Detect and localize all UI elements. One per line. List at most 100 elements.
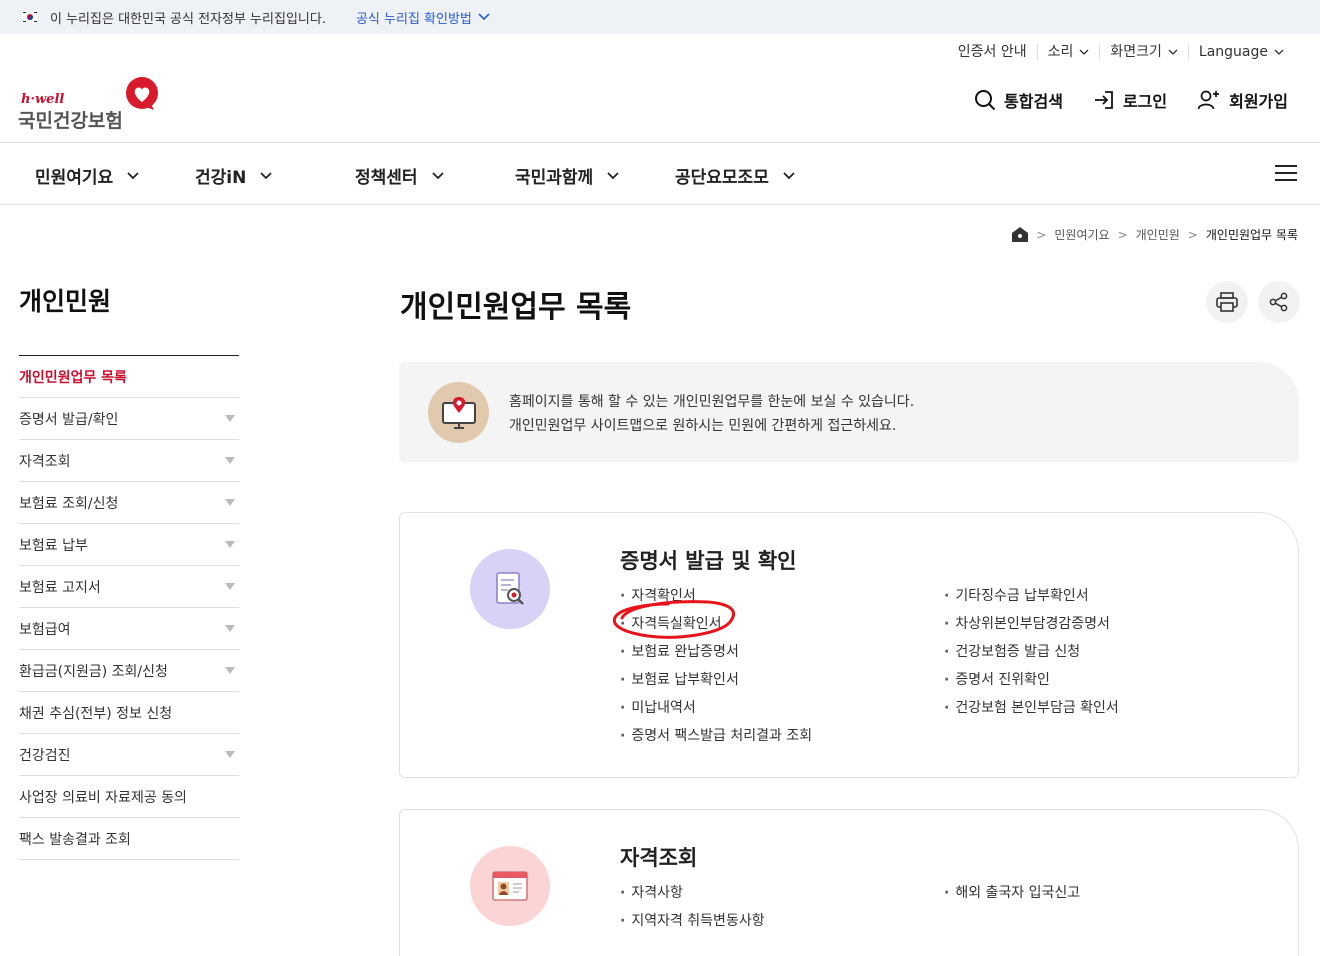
list-item[interactable]: 해외 출국자 입국신고 (944, 879, 1080, 907)
hamburger-icon (1275, 165, 1297, 181)
monitor-location-icon (428, 382, 489, 443)
sidebar-item-premium-payment[interactable]: 보험료 납부 (19, 524, 239, 566)
list-item[interactable]: 건강보험증 발급 신청 (944, 638, 1119, 666)
sidebar-item-label: 보험료 조회/신청 (19, 495, 119, 512)
gnb-label: 민원여기요 (35, 168, 114, 188)
sidebar-item-benefits[interactable]: 보험급여 (19, 608, 239, 650)
cert-guide-link[interactable]: 인증서 안내 (948, 44, 1037, 60)
breadcrumb-item[interactable]: 개인민원 (1136, 226, 1180, 243)
breadcrumb-item[interactable]: 민원여기요 (1054, 226, 1109, 243)
logo-name: 국민건강보험 (18, 110, 123, 132)
info-text-line1: 홈페이지를 통해 할 수 있는 개인민원업무를 한눈에 보실 수 있습니다. (509, 394, 915, 410)
hamburger-menu-button[interactable] (1274, 163, 1298, 187)
korea-flag-icon (22, 9, 38, 25)
sidebar-item-fax-result[interactable]: 팩스 발송결과 조회 (19, 818, 239, 860)
chevron-down-icon (478, 13, 490, 21)
card-left-list: 자격확인서 자격득실확인서 보험료 완납증명서 보험료 납부확인서 미납내역서 … (620, 582, 812, 750)
card-eligibility: 자격조회 자격사항 지역자격 취득변동사항 해외 출국자 입국신고 (399, 809, 1299, 956)
breadcrumb-separator: > (1187, 227, 1198, 242)
caret-down-icon (225, 541, 235, 548)
gnb-item-civil[interactable]: 민원여기요 (35, 163, 139, 188)
card-right-list: 기타징수금 납부확인서 차상위본인부담경감증명서 건강보험증 발급 신청 증명서… (944, 582, 1119, 722)
sidebar-item-medical-consent[interactable]: 사업장 의료비 자료제공 동의 (19, 776, 239, 818)
sidebar-item-label: 보험료 고지서 (19, 579, 101, 596)
caret-down-icon (225, 499, 235, 506)
sidebar-item-debt-collection[interactable]: 채권 추심(전부) 정보 신청 (19, 692, 239, 734)
sidebar-item-certificates[interactable]: 증명서 발급/확인 (19, 398, 239, 440)
breadcrumb: > 민원여기요 > 개인민원 > 개인민원업무 목록 (1012, 226, 1298, 243)
signup-button[interactable]: 회원가입 (1197, 88, 1288, 112)
sidebar-item-civil-list[interactable]: 개인민원업무 목록 (19, 356, 239, 398)
list-item[interactable]: 지역자격 취득변동사항 (620, 907, 764, 935)
sidebar-item-refund[interactable]: 환급금(지원금) 조회/신청 (19, 650, 239, 692)
list-item[interactable]: 건강보험 본인부담금 확인서 (944, 694, 1118, 722)
card-left-list: 자격사항 지역자격 취득변동사항 (620, 879, 765, 935)
gnb-item-about[interactable]: 공단요모조모 (675, 163, 795, 188)
chevron-down-icon (1274, 49, 1284, 55)
sidebar-item-checkup[interactable]: 건강검진 (19, 734, 239, 776)
sidebar-item-label: 건강검진 (19, 747, 71, 764)
sidebar-item-label: 채권 추심(전부) 정보 신청 (19, 705, 173, 722)
chevron-down-icon (431, 171, 444, 179)
share-button[interactable] (1258, 281, 1300, 323)
list-item[interactable]: 기타징수금 납부확인서 (944, 582, 1119, 610)
sidebar-item-label: 보험급여 (19, 621, 71, 638)
login-label: 로그인 (1122, 92, 1168, 111)
logo-brand: h·well (21, 92, 65, 107)
printer-icon (1216, 292, 1238, 312)
card-title: 자격조회 (620, 846, 698, 870)
document-search-icon (470, 549, 550, 629)
chevron-down-icon (1168, 49, 1178, 55)
gov-banner: 이 누리집은 대한민국 공식 전자정부 누리집입니다. 공식 누리집 확인방법 (0, 0, 1320, 34)
language-dropdown[interactable]: Language (1187, 44, 1294, 60)
caret-down-icon (225, 625, 235, 632)
sidebar-item-label: 사업장 의료비 자료제공 동의 (19, 789, 187, 806)
gnb-item-together[interactable]: 국민과함께 (515, 163, 619, 188)
site-logo[interactable]: h·well 국민건강보험 (18, 76, 168, 132)
gov-verify-link[interactable]: 공식 누리집 확인방법 (356, 8, 490, 27)
sidebar-item-label: 팩스 발송결과 조회 (19, 831, 131, 848)
caret-down-icon (225, 583, 235, 590)
sidebar-item-label: 보험료 납부 (19, 537, 88, 554)
sidebar-item-eligibility[interactable]: 자격조회 (19, 440, 239, 482)
home-icon[interactable] (1012, 227, 1029, 242)
header-actions: 통합검색 로그인 회원가입 (974, 88, 1288, 112)
util-label: 소리 (1047, 44, 1074, 60)
caret-down-icon (225, 457, 235, 464)
list-item[interactable]: 미납내역서 (620, 694, 812, 722)
list-item[interactable]: 자격확인서 (620, 582, 812, 610)
list-item[interactable]: 증명서 팩스발급 처리결과 조회 (620, 722, 812, 750)
search-icon (975, 90, 996, 111)
print-button[interactable] (1206, 281, 1248, 323)
gnb-label: 국민과함께 (515, 168, 594, 188)
list-item[interactable]: 자격사항 (620, 879, 765, 907)
sidebar-item-label: 자격조회 (19, 453, 71, 470)
page-title: 개인민원업무 목록 (400, 290, 632, 325)
search-label: 통합검색 (1004, 92, 1063, 111)
sidebar-nav: 개인민원업무 목록 증명서 발급/확인 자격조회 보험료 조회/신청 보험료 납… (19, 355, 239, 860)
list-item[interactable]: 증명서 진위확인 (944, 666, 1119, 694)
gnb-item-health[interactable]: 건강iN (195, 163, 272, 188)
integrated-search-button[interactable]: 통합검색 (974, 88, 1063, 112)
info-text-line2: 개인민원업무 사이트맵으로 원하시는 민원에 간편하게 접근하세요. (509, 418, 897, 434)
card-title: 증명서 발급 및 확인 (620, 549, 797, 573)
sidebar-item-premium-notice[interactable]: 보험료 고지서 (19, 566, 239, 608)
gnb-item-policy[interactable]: 정책센터 (355, 163, 444, 188)
share-icon (1269, 292, 1288, 312)
util-label: 인증서 안내 (957, 44, 1027, 60)
gov-banner-text: 이 누리집은 대한민국 공식 전자정부 누리집입니다. (50, 11, 326, 27)
id-card-icon (470, 846, 550, 926)
sound-dropdown[interactable]: 소리 (1036, 44, 1100, 60)
util-label: Language (1198, 44, 1268, 60)
font-size-dropdown[interactable]: 화면크기 (1099, 44, 1188, 60)
list-item[interactable]: 보험료 완납증명서 (620, 638, 812, 666)
caret-down-icon (225, 415, 235, 422)
list-item[interactable]: 보험료 납부확인서 (620, 666, 812, 694)
breadcrumb-separator: > (1036, 227, 1047, 242)
list-item[interactable]: 자격득실확인서 (620, 610, 812, 638)
list-item[interactable]: 차상위본인부담경감증명서 (944, 610, 1119, 638)
user-add-icon (1197, 90, 1220, 110)
sidebar-item-premium-inquiry[interactable]: 보험료 조회/신청 (19, 482, 239, 524)
login-icon (1094, 91, 1113, 109)
login-button[interactable]: 로그인 (1093, 88, 1167, 112)
